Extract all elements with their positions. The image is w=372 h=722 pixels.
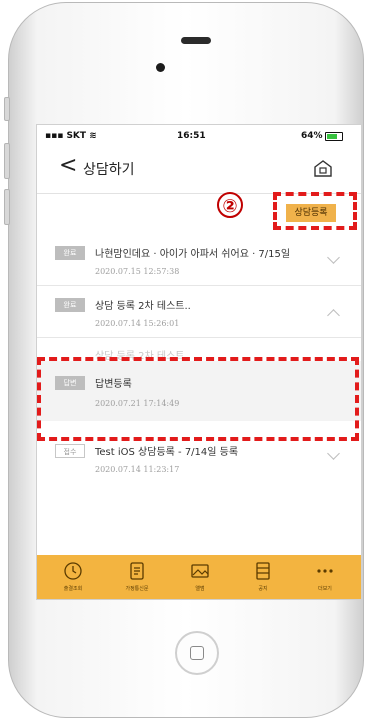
highlight-box-reply <box>37 357 359 441</box>
consultation-date: 2020.07.14 11:23:17 <box>95 465 180 474</box>
tab-attendance[interactable]: 출결조회 <box>43 555 103 599</box>
tab-label: 출결조회 <box>63 586 83 592</box>
consultation-item[interactable]: 접수 Test iOS 상담등록 - 7/14일 등록 2020.07.14 1… <box>37 431 361 483</box>
tab-more[interactable]: 더보기 <box>295 555 355 599</box>
document-icon <box>130 562 144 580</box>
consultation-title: 나현맘인데요 · 아이가 아파서 쉬어요 · 7/15일 <box>95 249 291 260</box>
page-title: 상담하기 <box>83 162 135 178</box>
back-button[interactable]: < <box>59 155 77 177</box>
consultation-title: 상담 등록 2차 테스트.. <box>95 301 191 312</box>
carrier-label: ▪▪▪ SKT ≋ <box>45 131 97 141</box>
status-bar: ▪▪▪ SKT ≋ 16:51 64% <box>37 125 361 145</box>
chevron-down-icon[interactable] <box>327 251 340 264</box>
status-badge: 완료 <box>55 246 85 260</box>
tab-label: 앨범 <box>195 586 205 592</box>
consultation-date: 2020.07.14 15:26:01 <box>95 319 180 328</box>
wifi-icon: ≋ <box>89 131 97 141</box>
app-screen: ▪▪▪ SKT ≋ 16:51 64% < 상담하기 ② 상담등록 완료 나현맘… <box>36 124 362 600</box>
tab-notice[interactable]: 공지 <box>233 555 293 599</box>
header: < 상담하기 <box>37 153 361 183</box>
clock-icon <box>64 562 82 580</box>
tab-label: 더보기 <box>318 586 332 592</box>
album-icon <box>191 564 209 578</box>
volume-down-button <box>4 189 10 225</box>
home-square-icon <box>190 646 204 660</box>
chevron-down-icon[interactable] <box>327 447 340 460</box>
consultation-item[interactable]: 완료 상담 등록 2차 테스트.. 2020.07.14 15:26:01 <box>37 285 361 338</box>
highlight-box-register <box>273 192 357 230</box>
tab-label: 공지 <box>258 586 268 592</box>
more-icon <box>317 569 333 573</box>
status-badge: 접수 <box>55 444 85 458</box>
status-time: 16:51 <box>177 131 206 141</box>
status-badge: 완료 <box>55 298 85 312</box>
chevron-up-icon[interactable] <box>327 309 340 322</box>
consultation-item[interactable]: 완료 나현맘인데요 · 아이가 아파서 쉬어요 · 7/15일 2020.07.… <box>37 233 361 286</box>
signal-icon: ▪▪▪ <box>45 131 64 141</box>
home-icon[interactable] <box>313 159 333 177</box>
notice-icon <box>256 562 270 580</box>
mute-switch <box>4 97 10 121</box>
volume-up-button <box>4 143 10 179</box>
consultation-title: Test iOS 상담등록 - 7/14일 등록 <box>95 447 239 458</box>
battery-percent: 64% <box>301 131 323 141</box>
annotation-marker: ② <box>217 192 243 218</box>
tab-newsletter[interactable]: 가정통신문 <box>107 555 167 599</box>
front-camera <box>156 63 165 72</box>
battery-icon <box>325 132 343 141</box>
bottom-tab-bar: 출결조회 가정통신문 앨범 공지 더보기 <box>37 555 361 599</box>
earpiece-speaker <box>181 37 211 44</box>
tab-album[interactable]: 앨범 <box>170 555 230 599</box>
consultation-date: 2020.07.15 12:57:38 <box>95 267 180 276</box>
home-button[interactable] <box>175 631 219 675</box>
tab-label: 가정통신문 <box>125 586 149 592</box>
